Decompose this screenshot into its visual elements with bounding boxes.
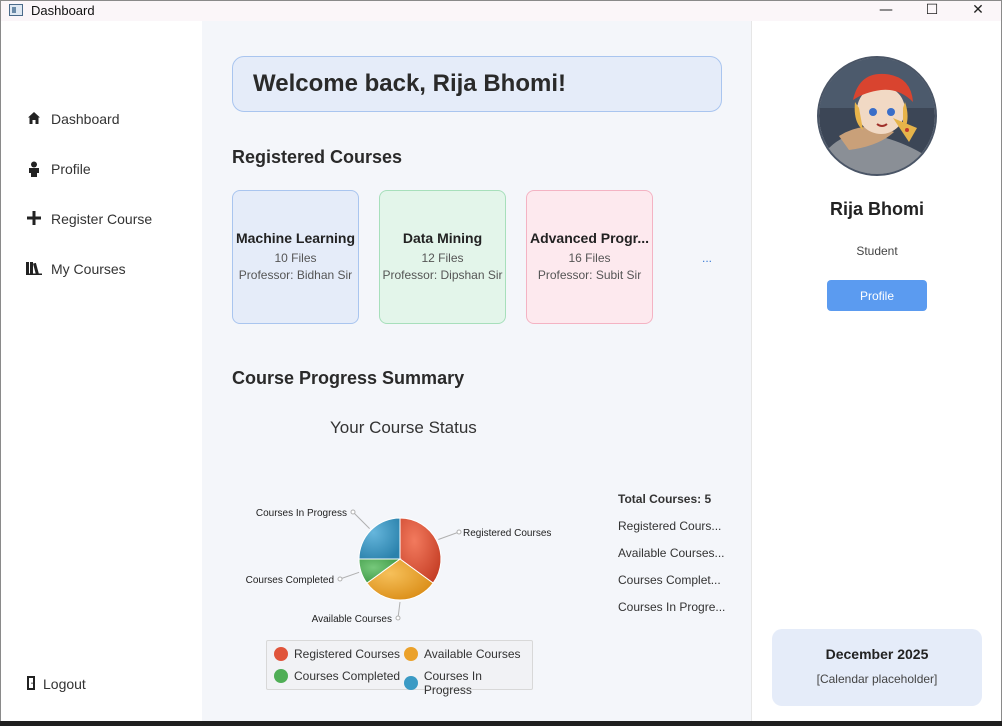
door-icon (26, 676, 36, 692)
pie-label-dot (456, 529, 462, 535)
calendar-placeholder: [Calendar placeholder] (816, 672, 938, 686)
sidebar-item-label: My Courses (51, 261, 126, 277)
app-icon (9, 4, 23, 16)
legend-item: Courses In Progress (404, 669, 532, 697)
maximize-button[interactable]: ☐ (909, 1, 955, 21)
chart-legend: Registered Courses Available Courses Cou… (266, 640, 533, 697)
course-name: Advanced Progr... (529, 230, 650, 246)
legend-item: Courses Completed (274, 669, 400, 683)
books-icon (26, 261, 42, 277)
course-professor: Professor: Dipshan Sir (382, 268, 503, 282)
legend-item: Registered Courses (274, 647, 400, 661)
legend-label: Available Courses (424, 647, 521, 661)
course-professor: Professor: Subit Sir (537, 268, 642, 282)
logout-label: Logout (43, 676, 86, 692)
minimize-button[interactable]: — (863, 1, 909, 21)
course-card[interactable]: Advanced Progr... 16 Files Professor: Su… (526, 190, 653, 324)
course-files: 12 Files (421, 251, 464, 265)
progress-summary-title: Course Progress Summary (232, 368, 465, 388)
legend-swatch (404, 676, 418, 690)
course-professor: Professor: Bidhan Sir (238, 268, 353, 282)
app-window: Dashboard — ☐ ✕ Dashboard Profile Regist… (0, 0, 1002, 721)
person-icon (26, 161, 42, 177)
course-card[interactable]: Data Mining 12 Files Professor: Dipshan … (379, 190, 506, 324)
pie-slice-label: Registered Courses (463, 528, 551, 539)
pie-slice-label: Available Courses (312, 614, 392, 625)
registered-courses-title: Registered Courses (232, 147, 403, 167)
avatar[interactable] (817, 56, 937, 176)
sidebar-item-label: Register Course (51, 211, 153, 227)
pie-label-dot (337, 576, 343, 582)
course-name: Machine Learning (235, 230, 356, 246)
course-name: Data Mining (402, 230, 483, 246)
pie-label-line (352, 511, 370, 529)
legend-label: Courses Completed (294, 669, 401, 683)
summary-line: Registered Cours... (618, 519, 722, 533)
course-files: 10 Files (274, 251, 317, 265)
pie-label-dot (395, 615, 401, 621)
legend-swatch (404, 647, 418, 661)
plus-icon (26, 211, 42, 227)
welcome-banner: Welcome back, Rija Bhomi! (232, 56, 722, 112)
profile-pane: Rija Bhomi Student Profile December 2025… (751, 21, 1001, 721)
sidebar-item-register-course[interactable]: Register Course (26, 207, 152, 231)
more-courses-link[interactable]: ... (702, 251, 712, 265)
chart-title: Your Course Status (330, 418, 477, 437)
summary-line: Courses Complet... (618, 573, 721, 587)
legend-item: Available Courses (404, 647, 521, 661)
sidebar: Dashboard Profile Register Course My Cou… (1, 21, 202, 721)
pie-label-dot (350, 509, 356, 515)
course-card[interactable]: Machine Learning 10 Files Professor: Bid… (232, 190, 359, 324)
legend-label: Registered Courses (294, 647, 401, 661)
calendar-month: December 2025 (825, 646, 929, 662)
sidebar-item-label: Profile (51, 161, 91, 177)
legend-swatch (274, 669, 288, 683)
pie-slice-label: Courses Completed (246, 575, 334, 586)
pie-slice-label: Courses In Progress (256, 508, 347, 519)
summary-line: Courses In Progre... (618, 600, 726, 614)
user-role: Student (856, 244, 898, 258)
sidebar-item-dashboard[interactable]: Dashboard (26, 107, 120, 131)
home-icon (26, 111, 42, 127)
summary-line: Available Courses... (618, 546, 725, 560)
title-bar[interactable]: Dashboard — ☐ ✕ (1, 1, 1001, 21)
main-content: Welcome back, Rija Bhomi! Registered Cou… (202, 21, 751, 721)
user-name: Rija Bhomi (829, 199, 924, 219)
legend-swatch (274, 647, 288, 661)
sidebar-item-label: Dashboard (51, 111, 120, 127)
total-courses: Total Courses: 5 (618, 492, 712, 506)
calendar-widget: December 2025 [Calendar placeholder] (772, 629, 982, 706)
legend-label: Courses In Progress (423, 669, 482, 697)
window-title: Dashboard (31, 3, 95, 18)
pie-label-line (438, 531, 460, 540)
course-files: 16 Files (568, 251, 611, 265)
close-button[interactable]: ✕ (955, 1, 1001, 21)
profile-button[interactable]: Profile (827, 280, 927, 311)
sidebar-item-my-courses[interactable]: My Courses (26, 257, 126, 281)
logout-button[interactable]: Logout (26, 672, 86, 696)
pie-label-line (339, 571, 360, 580)
sidebar-item-profile[interactable]: Profile (26, 157, 91, 181)
